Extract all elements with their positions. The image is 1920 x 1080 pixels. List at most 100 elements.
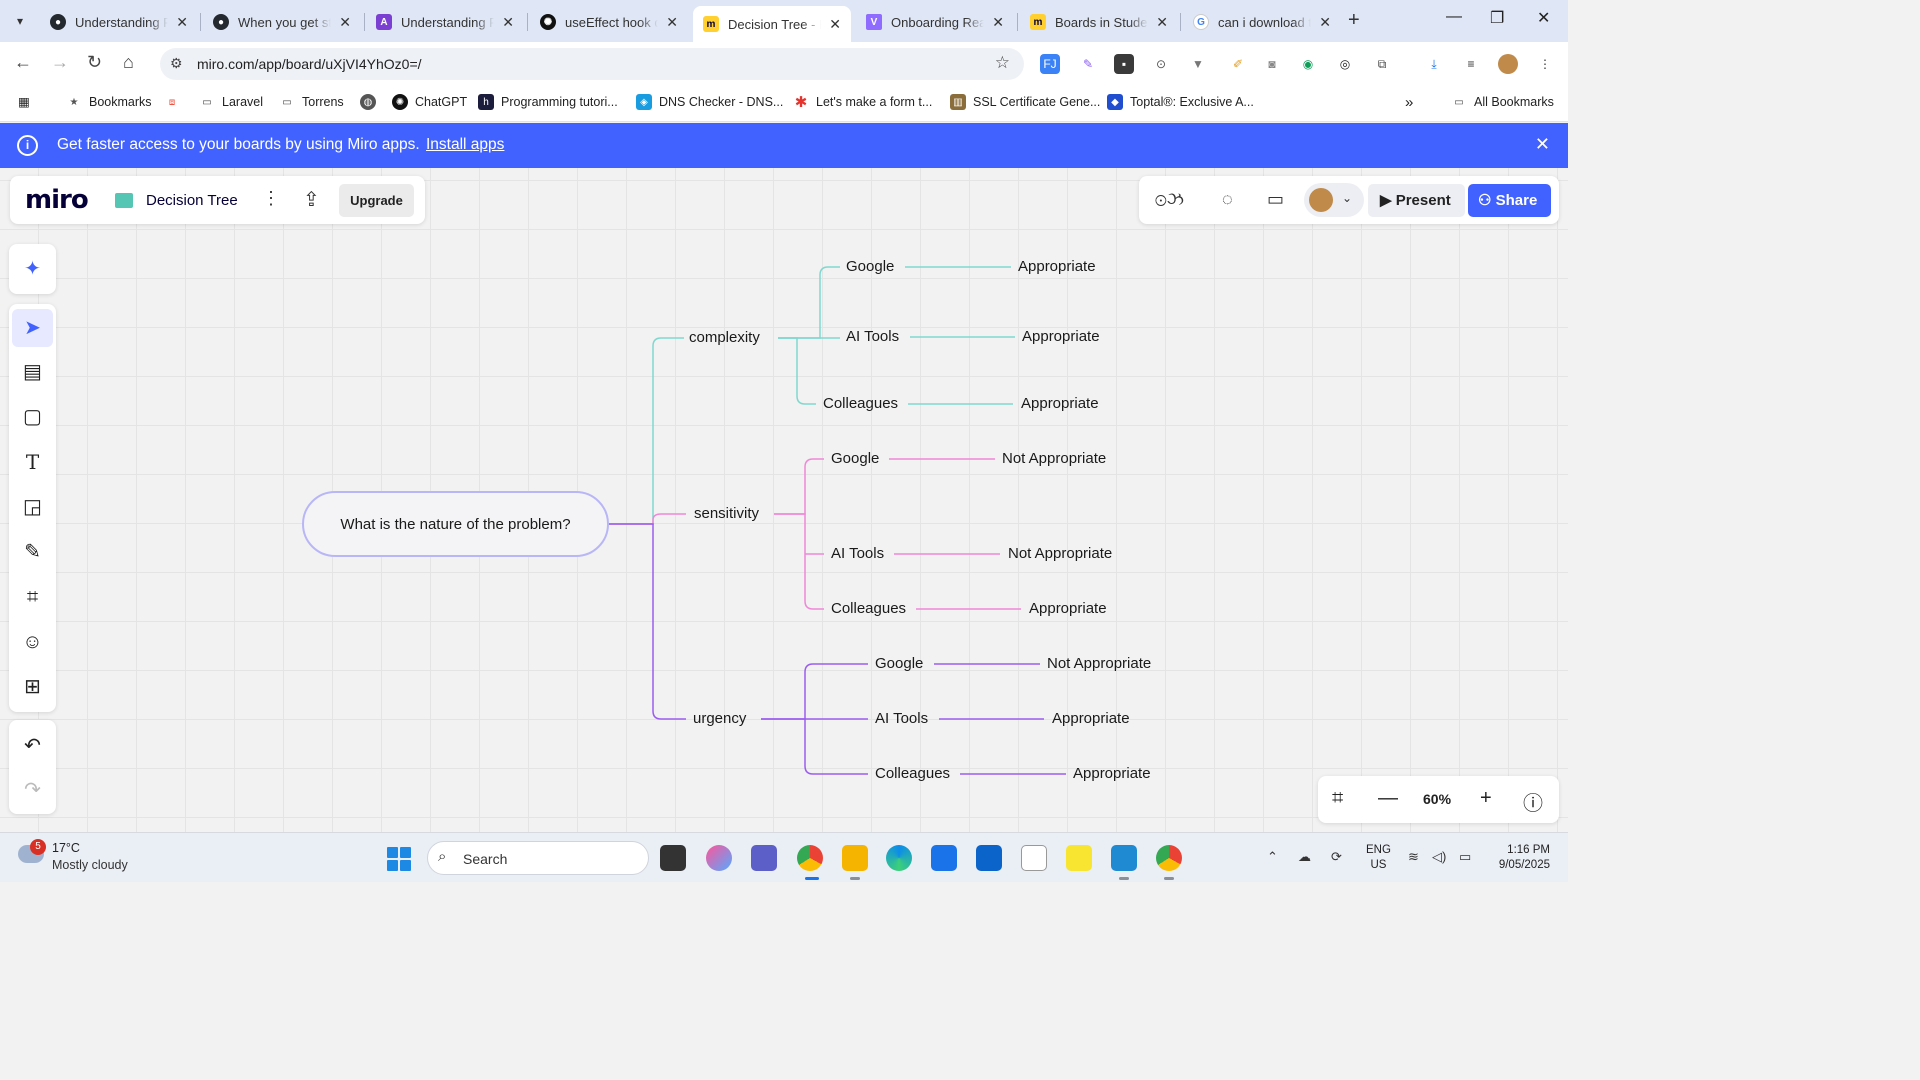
help-icon[interactable]: ⓘ: [1523, 787, 1543, 816]
notepad-icon[interactable]: [1021, 845, 1047, 871]
windows-start-icon[interactable]: [387, 847, 411, 871]
board-menu-icon[interactable]: ⋮: [262, 188, 280, 209]
edge-icon[interactable]: [886, 845, 912, 871]
taskbar-search[interactable]: ⌕ Search: [427, 841, 649, 875]
outcome-node[interactable]: Not Appropriate: [1008, 545, 1112, 562]
outcome-node[interactable]: Not Appropriate: [1047, 655, 1151, 672]
language-indicator[interactable]: ENG US: [1366, 843, 1391, 873]
undo-redo-panel: ↶ ↷: [9, 720, 56, 814]
branch-node-sensitivity[interactable]: sensitivity: [694, 505, 759, 522]
outcome-node[interactable]: Appropriate: [1029, 600, 1107, 617]
clock-time: 1:16 PM: [1507, 844, 1550, 856]
weather-desc[interactable]: Mostly cloudy: [52, 858, 128, 872]
outcome-node[interactable]: Appropriate: [1073, 765, 1151, 782]
zoom-in-icon[interactable]: +: [1480, 787, 1492, 810]
chrome-profile-icon[interactable]: [1156, 845, 1182, 871]
connector-urgency-colleagues: [804, 719, 868, 775]
ai-panel: ✦: [9, 244, 56, 294]
battery-icon[interactable]: ▭: [1459, 849, 1471, 865]
task-view-icon[interactable]: [660, 845, 686, 871]
undo-icon[interactable]: ↶: [12, 727, 53, 765]
board-header: miro Decision Tree ⋮ ⇪ Upgrade: [10, 176, 425, 224]
ai-sparkle-icon[interactable]: ✦: [12, 250, 53, 288]
avatar: [1309, 188, 1333, 212]
child-node[interactable]: Colleagues: [831, 600, 906, 617]
upgrade-button[interactable]: Upgrade: [339, 184, 414, 217]
running-indicator: [1119, 877, 1129, 880]
branch-node-urgency[interactable]: urgency: [693, 710, 746, 727]
child-node[interactable]: Colleagues: [823, 395, 898, 412]
pen-icon[interactable]: ✎: [12, 533, 53, 571]
redo-icon[interactable]: ↷: [12, 771, 53, 809]
zoom-controls: ⌗ — 60% + ⓘ: [1318, 776, 1559, 823]
chevron-down-icon: ⌄: [1342, 191, 1353, 205]
zoom-out-icon[interactable]: —: [1378, 787, 1398, 810]
onedrive-icon[interactable]: ☁: [1298, 849, 1311, 865]
connector-urgency-google: [761, 663, 868, 720]
child-node[interactable]: AI Tools: [846, 328, 899, 345]
present-label: Present: [1395, 192, 1451, 209]
tray-overflow-icon[interactable]: ⌃: [1267, 849, 1278, 865]
wifi-icon[interactable]: ≋: [1408, 849, 1419, 865]
system-clock[interactable]: 1:16 PM 9/05/2025: [1488, 843, 1550, 873]
region-code: US: [1370, 859, 1387, 871]
outcome-node[interactable]: Appropriate: [1052, 710, 1130, 727]
outcome-node[interactable]: Appropriate: [1021, 395, 1099, 412]
share-button[interactable]: ⚇ Share: [1468, 184, 1551, 217]
fit-to-screen-icon[interactable]: ⌗: [1332, 787, 1343, 810]
board-title[interactable]: Decision Tree: [146, 192, 238, 209]
reactions-icon[interactable]: ⊙ઝ: [1155, 189, 1184, 210]
comments-icon[interactable]: ◌: [1222, 189, 1233, 210]
more-apps-icon[interactable]: ⊞: [12, 668, 53, 706]
collaborators-button[interactable]: ⌄: [1304, 183, 1364, 217]
sync-icon[interactable]: ⟳: [1331, 849, 1342, 865]
zoom-level[interactable]: 60%: [1423, 791, 1451, 807]
active-indicator: [805, 877, 819, 880]
templates-icon[interactable]: ▤: [12, 353, 53, 391]
share-label: Share: [1495, 192, 1538, 209]
child-node[interactable]: Google: [875, 655, 923, 672]
lang-code: ENG: [1366, 844, 1391, 856]
outcome-node[interactable]: Appropriate: [1018, 258, 1096, 275]
outcome-node[interactable]: Appropriate: [1022, 328, 1100, 345]
child-node[interactable]: AI Tools: [875, 710, 928, 727]
connector-complexity: [609, 337, 684, 525]
select-cursor-icon[interactable]: ➤: [12, 309, 53, 347]
root-node[interactable]: What is the nature of the problem?: [302, 491, 609, 557]
teams-icon[interactable]: [751, 845, 777, 871]
notification-badge: 5: [30, 839, 46, 855]
child-node[interactable]: Colleagues: [875, 765, 950, 782]
copilot-icon[interactable]: [706, 845, 732, 871]
collaboration-toolbar: ⊙ઝ ◌ ▭ ⌄ ▶ Present ⚇ Share: [1139, 176, 1559, 224]
chrome-icon[interactable]: [797, 845, 823, 871]
stickers-icon[interactable]: ☺: [12, 623, 53, 661]
video-call-icon[interactable]: ▭: [1267, 189, 1284, 210]
present-button[interactable]: ▶ Present: [1368, 184, 1465, 217]
mindmap-connectors: [609, 266, 1066, 775]
mail-icon[interactable]: [931, 845, 957, 871]
sticky-notes-icon[interactable]: [1066, 845, 1092, 871]
branch-node-complexity[interactable]: complexity: [689, 329, 760, 346]
creation-toolbar: ➤ ▤ ▢ T ◲ ✎ ⌗ ☺ ⊞: [9, 304, 56, 712]
running-indicator: [850, 877, 860, 880]
connector-complexity-colleagues: [778, 337, 816, 405]
weather-temp[interactable]: 17°C: [52, 841, 80, 855]
outlook-icon[interactable]: [976, 845, 1002, 871]
vscode-icon[interactable]: [1111, 845, 1137, 871]
clock-date: 9/05/2025: [1498, 859, 1550, 871]
child-node[interactable]: Google: [846, 258, 894, 275]
export-icon[interactable]: ⇪: [303, 187, 320, 212]
connector-sensitivity-google: [774, 458, 824, 515]
child-node[interactable]: Google: [831, 450, 879, 467]
connector-sensitivity-colleagues: [774, 513, 824, 610]
file-explorer-icon[interactable]: [842, 845, 868, 871]
child-node[interactable]: AI Tools: [831, 545, 884, 562]
miro-logo[interactable]: miro: [25, 185, 89, 215]
frame-icon[interactable]: ⌗: [12, 578, 53, 616]
text-tool-icon[interactable]: T: [12, 443, 53, 481]
connector-sensitivity: [609, 513, 686, 525]
sticky-note-icon[interactable]: ▢: [12, 398, 53, 436]
shapes-icon[interactable]: ◲: [12, 488, 53, 526]
outcome-node[interactable]: Not Appropriate: [1002, 450, 1106, 467]
volume-icon[interactable]: ◁): [1432, 849, 1446, 865]
